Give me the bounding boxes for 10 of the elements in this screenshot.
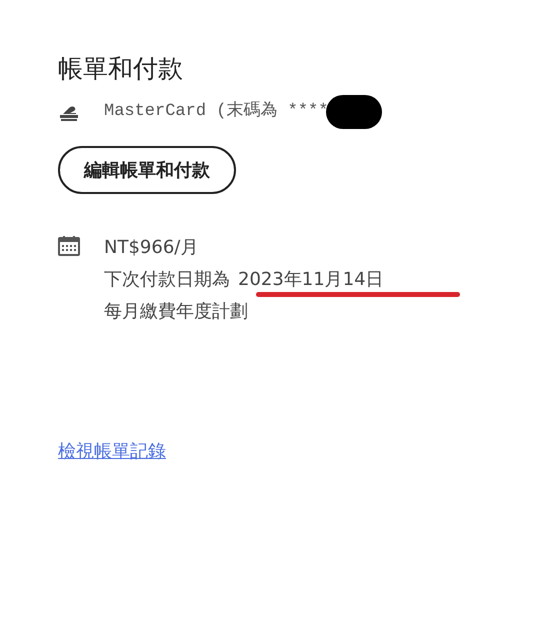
price-text: NT$966/月	[104, 236, 200, 260]
next-payment-label: 下次付款日期為	[104, 268, 230, 292]
next-payment-date: 2023年11月14日	[238, 268, 384, 292]
billing-history-link[interactable]: 檢視帳單記錄	[58, 438, 166, 465]
edit-billing-button[interactable]: 編輯帳單和付款	[58, 146, 236, 194]
card-info: MasterCard (末碼為 ****	[104, 100, 328, 124]
section-title: 帳單和付款	[58, 53, 184, 85]
redaction-mark	[326, 95, 382, 129]
plan-name: 每月繳費年度計劃	[104, 300, 249, 324]
calendar-icon	[58, 236, 80, 256]
